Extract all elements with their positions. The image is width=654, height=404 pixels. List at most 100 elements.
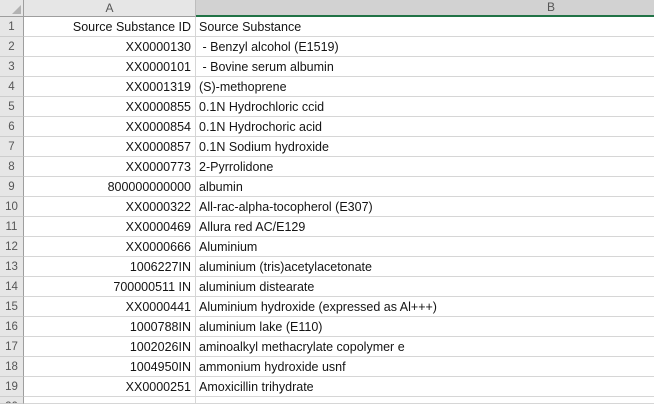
spreadsheet-row: 5 XX00008550.1N Hydrochloric ccid [0,97,654,117]
row-header-7[interactable]: 7 [0,137,24,157]
cell-A8[interactable]: XX0000773 [24,157,196,177]
cell-B4[interactable]: (S)-methoprene [196,77,654,97]
cell-A18[interactable]: 1004950IN [24,357,196,377]
row-number: 3 [8,61,14,73]
row-number: 13 [5,261,18,273]
cell-A2[interactable]: XX0000130 [24,37,196,57]
row-number: 15 [5,301,18,313]
cell-B10[interactable]: All-rac-alpha-tocopherol (E307) [196,197,654,217]
cell-B11[interactable]: Allura red AC/E129 [196,217,654,237]
spreadsheet-row: 6 XX00008540.1N Hydrochoric acid [0,117,654,137]
row-header-1[interactable]: 1 [0,17,24,37]
cell-B13[interactable]: aluminium (tris)acetylacetonate [196,257,654,277]
row-number: 4 [8,81,14,93]
row-header-9[interactable]: 9 [0,177,24,197]
row-header-13[interactable]: 13 [0,257,24,277]
spreadsheet-row: 3 XX0000101 - Bovine serum albumin [0,57,654,77]
cell-A4[interactable]: XX0001319 [24,77,196,97]
cell-A5[interactable]: XX0000855 [24,97,196,117]
spreadsheet-row: 2 XX0000130 - Benzyl alcohol (E1519) [0,37,654,57]
select-all-triangle-icon [12,5,21,14]
spreadsheet-row: 20 [0,397,654,404]
spreadsheet-row: 13 1006227INaluminium (tris)acetylacetona… [0,257,654,277]
cell-B3[interactable]: - Bovine serum albumin [196,57,654,77]
grid-body: 1 Source Substance IDSource Substance 2 XX0… [0,17,654,404]
row-number: 9 [8,181,14,193]
row-header-2[interactable]: 2 [0,37,24,57]
select-all-button[interactable] [0,0,24,17]
row-header-16[interactable]: 16 [0,317,24,337]
row-number: 6 [8,121,14,133]
row-header-5[interactable]: 5 [0,97,24,117]
spreadsheet-row: 10XX0000322All-rac-alpha-tocopherol (E30… [0,197,654,217]
cell-A9[interactable]: 800000000000 [24,177,196,197]
row-header-17[interactable]: 17 [0,337,24,357]
row-header-14[interactable]: 14 [0,277,24,297]
row-header-15[interactable]: 15 [0,297,24,317]
cell-A15[interactable]: XX0000441 [24,297,196,317]
cell-B8[interactable]: 2-Pyrrolidone [196,157,654,177]
cell-B1[interactable]: Source Substance [196,17,654,37]
cell-B12[interactable]: Aluminium [196,237,654,257]
row-header-8[interactable]: 8 [0,157,24,177]
column-header-b-label: B [544,0,558,15]
cell-A17[interactable]: 1002026IN [24,337,196,357]
spreadsheet-row: 14 700000511 INaluminium distearate [0,277,654,297]
row-number: 18 [5,361,18,373]
row-number: 2 [8,41,14,53]
cell-A13[interactable]: 1006227IN [24,257,196,277]
row-number: 12 [5,241,18,253]
cell-B2[interactable]: - Benzyl alcohol (E1519) [196,37,654,57]
row-header-4[interactable]: 4 [0,77,24,97]
cell-A7[interactable]: XX0000857 [24,137,196,157]
row-header-6[interactable]: 6 [0,117,24,137]
row-header-12[interactable]: 12 [0,237,24,257]
row-number: 16 [5,321,18,333]
spreadsheet-row: 8 XX00007732-Pyrrolidone [0,157,654,177]
row-number: 7 [8,141,14,153]
cell-B20[interactable] [196,397,654,404]
cell-A16[interactable]: 1000788IN [24,317,196,337]
row-number: 14 [5,281,18,293]
row-header-19[interactable]: 19 [0,377,24,397]
cell-A12[interactable]: XX0000666 [24,237,196,257]
cell-B9[interactable]: albumin [196,177,654,197]
row-number: 1 [8,21,14,33]
cell-B19[interactable]: Amoxicillin trihydrate [196,377,654,397]
spreadsheet-grid: A B 1 Source Substance IDSource Substance… [0,0,654,404]
spreadsheet-row: 9 800000000000albumin [0,177,654,197]
row-number: 17 [5,341,18,353]
cell-B7[interactable]: 0.1N Sodium hydroxide [196,137,654,157]
cell-A14[interactable]: 700000511 IN [24,277,196,297]
cell-B14[interactable]: aluminium distearate [196,277,654,297]
row-number: 8 [8,161,14,173]
row-header-3[interactable]: 3 [0,57,24,77]
cell-B15[interactable]: Aluminium hydroxide (expressed as Al+++) [196,297,654,317]
cell-A1[interactable]: Source Substance ID [24,17,196,37]
spreadsheet-row: 18 1004950INammonium hydroxide usnf [0,357,654,377]
row-header-10[interactable]: 10 [0,197,24,217]
cell-B16[interactable]: aluminium lake (E110) [196,317,654,337]
spreadsheet-row: 12 XX0000666Aluminium [0,237,654,257]
row-header-20[interactable]: 20 [0,397,24,404]
cell-A6[interactable]: XX0000854 [24,117,196,137]
row-number: 11 [6,221,18,233]
cell-A10[interactable]: XX0000322 [24,197,196,217]
cell-B18[interactable]: ammonium hydroxide usnf [196,357,654,377]
cell-B17[interactable]: aminoalkyl methacrylate copolymer e [196,337,654,357]
cell-A11[interactable]: XX0000469 [24,217,196,237]
cell-A20[interactable] [24,397,196,404]
row-header-11[interactable]: 11 [0,217,24,237]
spreadsheet-row: 4 XX0001319(S)-methoprene [0,77,654,97]
spreadsheet-row: 15 XX0000441Aluminium hydroxide (expresse… [0,297,654,317]
cell-B6[interactable]: 0.1N Hydrochoric acid [196,117,654,137]
cell-B5[interactable]: 0.1N Hydrochloric ccid [196,97,654,117]
row-number: 5 [8,101,14,113]
row-header-18[interactable]: 18 [0,357,24,377]
column-header-a[interactable]: A [24,0,196,17]
cell-A19[interactable]: XX0000251 [24,377,196,397]
row-number: 19 [5,381,18,393]
column-header-b[interactable]: B [196,0,654,17]
cell-A3[interactable]: XX0000101 [24,57,196,77]
spreadsheet-row: 11 XX0000469Allura red AC/E129 [0,217,654,237]
